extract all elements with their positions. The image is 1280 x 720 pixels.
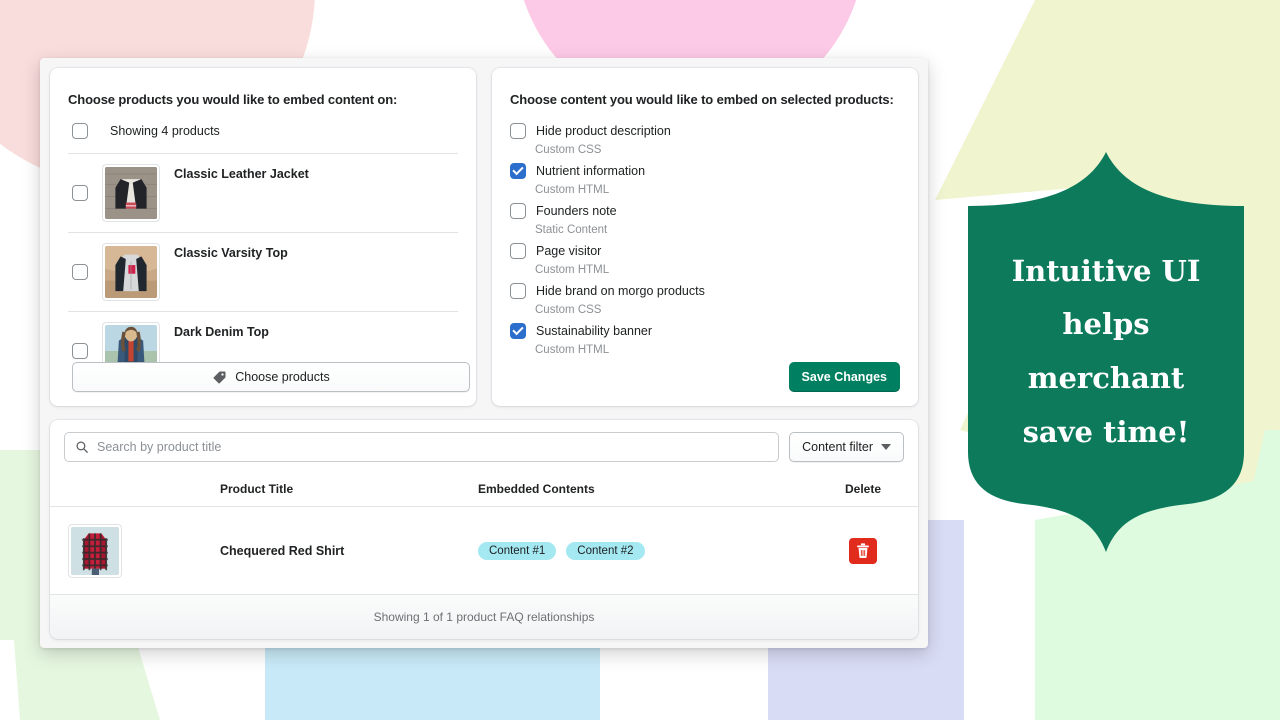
choose-products-button[interactable]: Choose products <box>72 362 470 392</box>
product-thumbnail <box>102 164 160 222</box>
delete-button[interactable] <box>849 538 877 564</box>
content-checkbox[interactable] <box>510 163 526 179</box>
varsity-top-image <box>105 246 157 298</box>
table-footer: Showing 1 of 1 product FAQ relationships <box>50 595 918 639</box>
search-box[interactable] <box>64 432 779 462</box>
choose-content-card: Choose content you would like to embed o… <box>492 68 918 406</box>
products-table-card: Content filter Product Title Embedded Co… <box>50 420 918 639</box>
content-option-label: Hide product description <box>536 124 671 138</box>
content-option[interactable]: Sustainability banner Custom HTML <box>510 321 900 360</box>
content-option[interactable]: Nutrient information Custom HTML <box>510 161 900 200</box>
choose-products-card: Choose products you would like to embed … <box>50 68 476 406</box>
shield-badge-shape <box>962 152 1250 552</box>
content-checkbox[interactable] <box>510 323 526 339</box>
content-checkbox[interactable] <box>510 203 526 219</box>
column-delete: Delete <box>808 482 918 496</box>
product-title: Classic Varsity Top <box>174 246 288 260</box>
row-product-title: Chequered Red Shirt <box>220 544 478 558</box>
table-toolbar: Content filter <box>50 420 918 474</box>
content-option-label: Page visitor <box>536 244 601 258</box>
content-option[interactable]: Hide product description Custom CSS <box>510 121 900 160</box>
product-list-item[interactable]: Classic Varsity Top <box>50 233 476 311</box>
content-badge[interactable]: Content #2 <box>566 542 644 560</box>
chevron-down-icon <box>881 444 891 450</box>
content-option-type: Custom HTML <box>535 261 900 280</box>
content-option[interactable]: Page visitor Custom HTML <box>510 241 900 280</box>
table-header-row: Product Title Embedded Contents Delete <box>50 474 918 507</box>
product-list-item[interactable]: Classic Leather Jacket <box>50 154 476 232</box>
search-icon <box>75 440 89 454</box>
select-all-checkbox[interactable] <box>72 123 88 139</box>
content-filter-label: Content filter <box>802 440 873 454</box>
product-title: Dark Denim Top <box>174 325 269 339</box>
tag-icon <box>212 370 227 385</box>
content-option[interactable]: Hide brand on morgo products Custom CSS <box>510 281 900 320</box>
row-thumbnail-cell <box>50 524 220 578</box>
row-delete-cell <box>808 538 918 564</box>
trash-icon <box>856 543 870 558</box>
content-checkbox[interactable] <box>510 123 526 139</box>
content-checkbox[interactable] <box>510 243 526 259</box>
content-checkbox[interactable] <box>510 283 526 299</box>
chequered-red-shirt-image <box>71 527 119 575</box>
choose-products-title: Choose products you would like to embed … <box>50 92 476 107</box>
content-option-type: Custom HTML <box>535 181 900 200</box>
app-window: Choose products you would like to embed … <box>40 58 928 648</box>
content-option[interactable]: Founders note Static Content <box>510 201 900 240</box>
column-product-title: Product Title <box>220 482 478 496</box>
product-title: Classic Leather Jacket <box>174 167 309 181</box>
content-option-label: Founders note <box>536 204 617 218</box>
product-checkbox[interactable] <box>72 343 88 359</box>
content-option-label: Sustainability banner <box>536 324 652 338</box>
content-option-label: Hide brand on morgo products <box>536 284 705 298</box>
content-option-type: Custom HTML <box>535 341 900 360</box>
leather-jacket-image <box>105 167 157 219</box>
content-badge[interactable]: Content #1 <box>478 542 556 560</box>
promo-banner: Intuitive UI helps merchant save time! <box>962 152 1250 557</box>
content-option-label: Nutrient information <box>536 164 645 178</box>
choose-products-button-label: Choose products <box>235 370 330 384</box>
save-changes-button[interactable]: Save Changes <box>789 362 900 392</box>
select-all-row[interactable]: Showing 4 products <box>50 107 476 153</box>
content-option-type: Static Content <box>535 221 900 240</box>
column-embedded-contents: Embedded Contents <box>478 482 808 496</box>
content-option-type: Custom CSS <box>535 141 900 160</box>
product-checkbox[interactable] <box>72 185 88 201</box>
search-input[interactable] <box>97 440 768 454</box>
row-thumbnail <box>68 524 122 578</box>
table-row[interactable]: Chequered Red Shirt Content #1 Content #… <box>50 507 918 595</box>
product-thumbnail <box>102 243 160 301</box>
content-option-type: Custom CSS <box>535 301 900 320</box>
content-options-list: Hide product description Custom CSS Nutr… <box>492 107 918 360</box>
product-checkbox[interactable] <box>72 264 88 280</box>
content-filter-button[interactable]: Content filter <box>789 432 904 462</box>
choose-content-title: Choose content you would like to embed o… <box>492 92 918 107</box>
row-embedded-contents: Content #1 Content #2 <box>478 542 808 560</box>
showing-products-label: Showing 4 products <box>110 124 220 138</box>
top-panels-row: Choose products you would like to embed … <box>40 58 928 406</box>
